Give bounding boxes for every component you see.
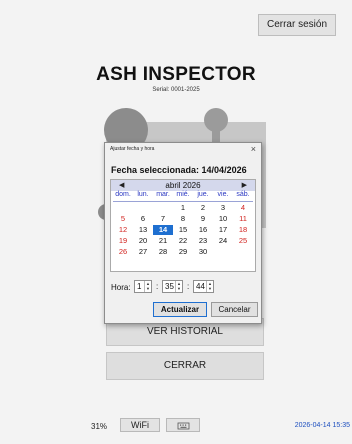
second-value: 44 — [196, 282, 205, 291]
calendar-day[interactable]: 18 — [233, 225, 253, 235]
calendar-day[interactable]: 27 — [133, 247, 153, 257]
calendar-day[interactable]: 16 — [193, 225, 213, 235]
calendar-day[interactable]: 20 — [133, 236, 153, 246]
keyboard-button[interactable] — [166, 418, 200, 432]
calendar-day[interactable]: 3 — [213, 203, 233, 213]
minute-value: 35 — [165, 282, 174, 291]
calendar-day[interactable]: 6 — [133, 214, 153, 224]
calendar-day[interactable]: 22 — [173, 236, 193, 246]
calendar-day[interactable]: 28 — [153, 247, 173, 257]
time-separator: : — [156, 282, 159, 291]
calendar-day[interactable]: 15 — [173, 225, 193, 235]
update-button[interactable]: Actualizar — [153, 302, 207, 317]
selected-date-label: Fecha seleccionada: 14/04/2026 — [111, 165, 247, 175]
calendar-day[interactable]: 9 — [193, 214, 213, 224]
weekday-header: mar. — [156, 191, 170, 198]
calendar-day[interactable]: 30 — [193, 247, 213, 257]
calendar: ◀ abril 2026 ▶ dom. lun. mar. mié. jue. vie. s… — [110, 179, 256, 272]
calendar-day[interactable]: 24 — [213, 236, 233, 246]
calendar-day[interactable]: 21 — [153, 236, 173, 246]
calendar-day[interactable]: 11 — [233, 214, 253, 224]
logout-button[interactable]: Cerrar sesión — [258, 14, 336, 36]
calendar-day[interactable]: 12 — [113, 225, 133, 235]
calendar-day[interactable]: 25 — [233, 236, 253, 246]
app-title: ASH INSPECTOR — [96, 64, 256, 85]
calendar-day[interactable]: 10 — [213, 214, 233, 224]
calendar-day[interactable]: 7 — [153, 214, 173, 224]
battery-level: 31% — [91, 422, 108, 431]
calendar-month-label: abril 2026 — [165, 181, 201, 190]
calendar-header: ◀ abril 2026 ▶ — [111, 180, 255, 191]
datetime-dialog: Ajustar fecha y hora × Fecha seleccionad… — [104, 142, 262, 324]
weekday-header: jue. — [197, 191, 209, 198]
calendar-day[interactable]: 29 — [173, 247, 193, 257]
calendar-day[interactable]: 8 — [173, 214, 193, 224]
spinner-arrows-icon[interactable]: ▲ ▼ — [206, 281, 213, 292]
weekday-header: mié. — [176, 191, 190, 198]
time-label: Hora: — [111, 283, 131, 292]
calendar-day[interactable]: 4 — [233, 203, 253, 213]
calendar-day[interactable]: 23 — [193, 236, 213, 246]
cancel-button[interactable]: Cancelar — [211, 302, 258, 317]
weekday-header: vie. — [217, 191, 229, 198]
keyboard-icon — [177, 422, 190, 430]
calendar-day[interactable]: 2 — [193, 203, 213, 213]
spinner-arrows-icon[interactable]: ▲ ▼ — [144, 281, 151, 292]
calendar-weekdays: dom. lun. mar. mié. jue. vie. sáb. — [113, 191, 253, 201]
calendar-day[interactable]: 13 — [133, 225, 153, 235]
dialog-title: Ajustar fecha y hora — [110, 146, 155, 152]
calendar-day-selected[interactable]: 14 — [153, 225, 173, 235]
weekday-header: sáb. — [236, 191, 250, 198]
calendar-day[interactable]: 5 — [113, 214, 133, 224]
spinner-arrows-icon[interactable]: ▲ ▼ — [175, 281, 182, 292]
calendar-day[interactable]: 17 — [213, 225, 233, 235]
next-month-icon[interactable]: ▶ — [242, 181, 247, 189]
calendar-day[interactable]: 19 — [113, 236, 133, 246]
clock: 2026-04-14 15:35 — [294, 422, 350, 429]
time-separator: : — [187, 282, 190, 291]
calendar-divider — [113, 201, 253, 202]
calendar-day[interactable]: 26 — [113, 247, 133, 257]
wifi-button[interactable]: WiFi — [120, 418, 160, 432]
weekday-header: dom. — [115, 191, 131, 198]
hour-spinner[interactable]: 1 ▲ ▼ — [134, 280, 152, 293]
second-spinner[interactable]: 44 ▲ ▼ — [193, 280, 214, 293]
serial-number: Serial: 0001-2025 — [152, 87, 200, 93]
hour-value: 1 — [137, 282, 142, 291]
minute-spinner[interactable]: 35 ▲ ▼ — [162, 280, 183, 293]
weekday-header: lun. — [137, 191, 149, 198]
close-app-button[interactable]: CERRAR — [106, 352, 264, 380]
close-icon[interactable]: × — [251, 144, 256, 154]
calendar-day[interactable]: 1 — [173, 203, 193, 213]
